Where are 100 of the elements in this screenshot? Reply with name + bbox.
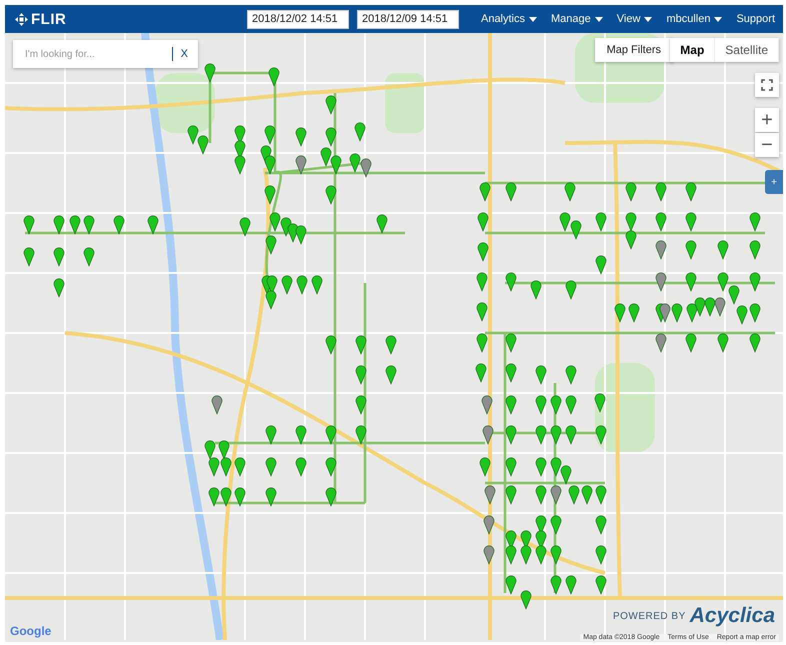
map-pin-icon[interactable]: [264, 186, 276, 204]
map-pin-icon[interactable]: [596, 516, 606, 534]
map-pin-icon[interactable]: [656, 334, 666, 352]
map-pin-icon[interactable]: [326, 96, 336, 114]
map-pin-icon[interactable]: [268, 68, 280, 86]
map-pin-icon[interactable]: [376, 214, 388, 234]
map-pin-icon[interactable]: [536, 458, 546, 476]
nav-menu[interactable]: Manage: [551, 13, 603, 25]
map-pin-icon[interactable]: [506, 182, 516, 202]
map-pin-icon[interactable]: [282, 276, 292, 294]
map-pin-icon[interactable]: [84, 248, 94, 266]
map-pin-icon[interactable]: [312, 276, 322, 294]
map-filters-button[interactable]: Map Filters: [594, 38, 673, 62]
map-type-tab[interactable]: Satellite: [715, 38, 779, 62]
map-pin-icon[interactable]: [484, 486, 496, 504]
map-pin-icon[interactable]: [234, 156, 246, 174]
map-pin-icon[interactable]: [220, 488, 232, 506]
map-pin-icon[interactable]: [506, 486, 516, 504]
fullscreen-button[interactable]: [755, 73, 779, 97]
map-pin-icon[interactable]: [198, 136, 208, 154]
map-pin-icon[interactable]: [482, 426, 494, 444]
map-pin-icon[interactable]: [550, 516, 562, 534]
map-pin-icon[interactable]: [718, 272, 728, 292]
map-pin-icon[interactable]: [656, 182, 666, 202]
map-pin-icon[interactable]: [356, 336, 366, 354]
map-pin-icon[interactable]: [686, 212, 696, 232]
map-pin-icon[interactable]: [560, 212, 570, 232]
map-pin-icon[interactable]: [520, 546, 532, 564]
map-pin-icon[interactable]: [354, 122, 366, 142]
map-pin-icon[interactable]: [596, 426, 606, 444]
map-pin-icon[interactable]: [478, 242, 488, 262]
map-pin-icon[interactable]: [506, 396, 516, 414]
map-pin-icon[interactable]: [54, 216, 64, 234]
map-pin-icon[interactable]: [266, 426, 276, 444]
map-pin-icon[interactable]: [326, 128, 336, 146]
map-pin-icon[interactable]: [566, 396, 576, 414]
map-type-tab[interactable]: Map: [670, 38, 716, 62]
nav-menu[interactable]: mbcullen: [666, 13, 722, 25]
map-pin-icon[interactable]: [564, 182, 576, 202]
map-pin-icon[interactable]: [736, 306, 748, 324]
map-pin-icon[interactable]: [536, 366, 546, 384]
map-pin-icon[interactable]: [266, 290, 276, 310]
map-pin-icon[interactable]: [360, 158, 372, 178]
map-pin-icon[interactable]: [478, 212, 488, 232]
search-field[interactable]: I'm looking for... X: [13, 40, 198, 68]
map-pin-icon[interactable]: [656, 272, 666, 292]
map-pin-icon[interactable]: [54, 278, 64, 298]
map-pin-icon[interactable]: [672, 304, 682, 322]
map-pin-icon[interactable]: [204, 64, 216, 82]
map-pin-icon[interactable]: [266, 458, 276, 476]
map-pin-icon[interactable]: [506, 546, 516, 564]
map-pin-icon[interactable]: [750, 334, 760, 352]
map-pin-icon[interactable]: [750, 212, 760, 232]
map-pin-icon[interactable]: [626, 182, 636, 202]
map-pin-icon[interactable]: [208, 458, 220, 476]
map-pin-icon[interactable]: [264, 126, 276, 144]
map-pin-icon[interactable]: [476, 364, 486, 382]
map-pin-icon[interactable]: [114, 216, 124, 234]
clear-button[interactable]: X: [178, 48, 190, 60]
start-date-field[interactable]: 2018/12/02 14:51: [246, 10, 349, 28]
map-pin-icon[interactable]: [386, 336, 396, 354]
map-pin-icon[interactable]: [296, 426, 306, 444]
map-pin-icon[interactable]: [750, 240, 760, 260]
map-pin-icon[interactable]: [520, 590, 532, 610]
map-pin-icon[interactable]: [714, 298, 726, 316]
map-pin-icon[interactable]: [204, 440, 216, 460]
map-pin-icon[interactable]: [218, 440, 230, 460]
map-pin-icon[interactable]: [596, 486, 606, 504]
map-pin-icon[interactable]: [506, 272, 516, 292]
map-pin-icon[interactable]: [536, 396, 546, 414]
map-pin-icon[interactable]: [240, 218, 250, 236]
map-pin-icon[interactable]: [596, 256, 606, 274]
map-pin-icon[interactable]: [356, 396, 366, 414]
map-pin-icon[interactable]: [356, 426, 366, 444]
map-pin-icon[interactable]: [24, 248, 34, 266]
map-pin-icon[interactable]: [506, 364, 516, 382]
map-pin-icon[interactable]: [566, 366, 576, 384]
map-pin-icon[interactable]: [660, 304, 670, 322]
map-pin-icon[interactable]: [686, 272, 696, 292]
map-pin-icon[interactable]: [484, 516, 494, 534]
map-pin-icon[interactable]: [550, 486, 562, 504]
map-pin-icon[interactable]: [326, 186, 336, 204]
map-pin-icon[interactable]: [550, 546, 562, 564]
map-pin-icon[interactable]: [296, 226, 306, 244]
map-pin-icon[interactable]: [686, 304, 698, 322]
map-pin-icon[interactable]: [476, 334, 488, 352]
map-pin-icon[interactable]: [568, 486, 580, 504]
map-pin-icon[interactable]: [582, 486, 592, 504]
map-pin-icon[interactable]: [596, 576, 606, 594]
map-pin-icon[interactable]: [480, 182, 490, 202]
map-pin-icon[interactable]: [320, 148, 332, 166]
map-pin-icon[interactable]: [686, 182, 696, 202]
map-pin-icon[interactable]: [506, 458, 516, 476]
map-pin-icon[interactable]: [536, 426, 546, 444]
map-pin-icon[interactable]: [530, 280, 542, 300]
map-pin-icon[interactable]: [24, 216, 34, 234]
map-pin-icon[interactable]: [476, 302, 488, 322]
map-pin-icon[interactable]: [728, 286, 740, 304]
map-pin-icon[interactable]: [750, 304, 760, 322]
map-pin-icon[interactable]: [686, 240, 696, 260]
